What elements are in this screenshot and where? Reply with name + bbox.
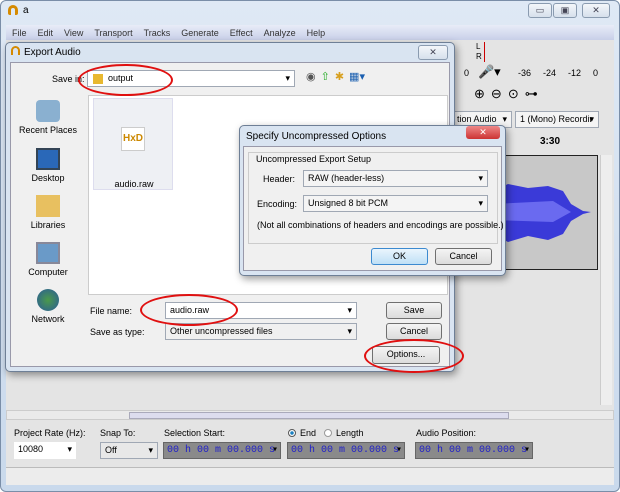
place-network[interactable]: Network — [13, 289, 83, 324]
timeline-label: 3:30 — [540, 136, 561, 147]
snap-to-combo[interactable]: Off — [100, 442, 158, 459]
project-rate-combo[interactable]: 10080 — [14, 442, 76, 459]
highlight-ellipse — [364, 339, 464, 373]
length-radio[interactable] — [324, 429, 333, 437]
places-bar: Recent Places Desktop Libraries Computer… — [13, 95, 85, 340]
options-close-button[interactable]: ✕ — [466, 126, 500, 139]
export-dialog-title: Export Audio — [24, 47, 81, 58]
place-libraries[interactable]: Libraries — [13, 195, 83, 230]
selection-end-time[interactable]: 00 h 00 m 00.000 s — [287, 442, 405, 459]
menu-view[interactable]: View — [64, 28, 83, 38]
status-bar — [6, 467, 614, 485]
back-icon[interactable]: ◉ — [306, 70, 316, 83]
close-button[interactable]: ✕ — [582, 3, 610, 18]
selection-start-label: Selection Start: — [164, 428, 226, 438]
zoom-in-icon[interactable]: ⊕ — [474, 86, 485, 102]
encoding-label: Encoding: — [257, 199, 298, 209]
header-label: Header: — [263, 174, 296, 184]
header-combo[interactable]: RAW (header-less) — [303, 170, 488, 187]
desktop-icon — [36, 148, 60, 170]
highlight-ellipse — [140, 294, 238, 326]
recording-channels-combo[interactable]: 1 (Mono) Recordir — [515, 111, 599, 128]
group-title: Uncompressed Export Setup — [256, 154, 372, 164]
project-rate-label: Project Rate (Hz): — [14, 428, 86, 438]
file-name: audio.raw — [114, 179, 154, 189]
view-menu-icon[interactable]: ▦▾ — [349, 70, 365, 83]
menu-analyze[interactable]: Analyze — [264, 28, 296, 38]
length-label: Length — [336, 428, 364, 438]
horizontal-scrollbar[interactable] — [6, 410, 614, 420]
ok-button[interactable]: OK — [371, 248, 428, 265]
place-desktop[interactable]: Desktop — [13, 148, 83, 183]
menu-transport[interactable]: Transport — [94, 28, 132, 38]
options-dialog-title: Specify Uncompressed Options — [246, 131, 387, 142]
microphone-icon[interactable]: 🎤▾ — [478, 64, 501, 80]
meter-lr: LR — [476, 42, 485, 62]
export-close-button[interactable]: ✕ — [418, 45, 448, 60]
meter-label: 0 — [464, 68, 470, 78]
minimize-button[interactable]: ▭ — [528, 3, 552, 18]
zoom-toolbar: ⊕ ⊖ ⊙ ⊶ — [474, 86, 538, 102]
zoom-out-icon[interactable]: ⊖ — [491, 86, 502, 102]
fit-selection-icon[interactable]: ⊙ — [508, 86, 519, 102]
menu-tracks[interactable]: Tracks — [144, 28, 171, 38]
audacity-logo-icon — [8, 5, 18, 15]
meter-scale: -36 -24 -12 0 — [518, 68, 599, 78]
snap-to-label: Snap To: — [100, 428, 136, 438]
new-folder-icon[interactable]: ✱ — [335, 70, 344, 83]
options-cancel-button[interactable]: Cancel — [435, 248, 492, 265]
audio-position-label: Audio Position: — [416, 428, 477, 438]
selection-start-time[interactable]: 00 h 00 m 00.000 s — [163, 442, 281, 459]
file-name-label: File name: — [90, 306, 133, 316]
menu-file[interactable]: File — [12, 28, 27, 38]
cancel-button[interactable]: Cancel — [386, 323, 442, 340]
menu-edit[interactable]: Edit — [38, 28, 54, 38]
audacity-logo-icon — [11, 46, 20, 55]
save-button[interactable]: Save — [386, 302, 442, 319]
recent-places-icon — [36, 100, 60, 122]
end-length-radios: End Length — [288, 428, 364, 438]
place-computer[interactable]: Computer — [13, 242, 83, 277]
menu-help[interactable]: Help — [307, 28, 326, 38]
file-item[interactable]: HxD audio.raw — [93, 98, 173, 190]
menu-bar: File Edit View Transport Tracks Generate… — [6, 25, 614, 40]
compat-note: (Not all combinations of headers and enc… — [257, 220, 504, 230]
end-radio[interactable] — [288, 429, 296, 437]
audio-position-time[interactable]: 00 h 00 m 00.000 s — [415, 442, 533, 459]
nav-toolbar: ◉ ⇧ ✱ ▦▾ — [306, 70, 365, 83]
scroll-thumb[interactable] — [129, 412, 509, 419]
network-icon — [37, 289, 59, 311]
fit-project-icon[interactable]: ⊶ — [525, 86, 538, 102]
window-title: a — [23, 5, 29, 16]
highlight-ellipse — [78, 64, 173, 96]
computer-icon — [36, 242, 60, 264]
maximize-button[interactable]: ▣ — [553, 3, 577, 18]
vertical-scrollbar[interactable] — [600, 155, 612, 405]
hxd-file-icon: HxD — [121, 127, 145, 151]
menu-generate[interactable]: Generate — [181, 28, 219, 38]
end-label: End — [300, 428, 317, 438]
encoding-combo[interactable]: Unsigned 8 bit PCM — [303, 195, 488, 212]
save-as-type-label: Save as type: — [90, 327, 145, 337]
menu-effect[interactable]: Effect — [230, 28, 253, 38]
libraries-icon — [36, 195, 60, 217]
place-recent[interactable]: Recent Places — [13, 100, 83, 135]
up-folder-icon[interactable]: ⇧ — [321, 70, 330, 83]
